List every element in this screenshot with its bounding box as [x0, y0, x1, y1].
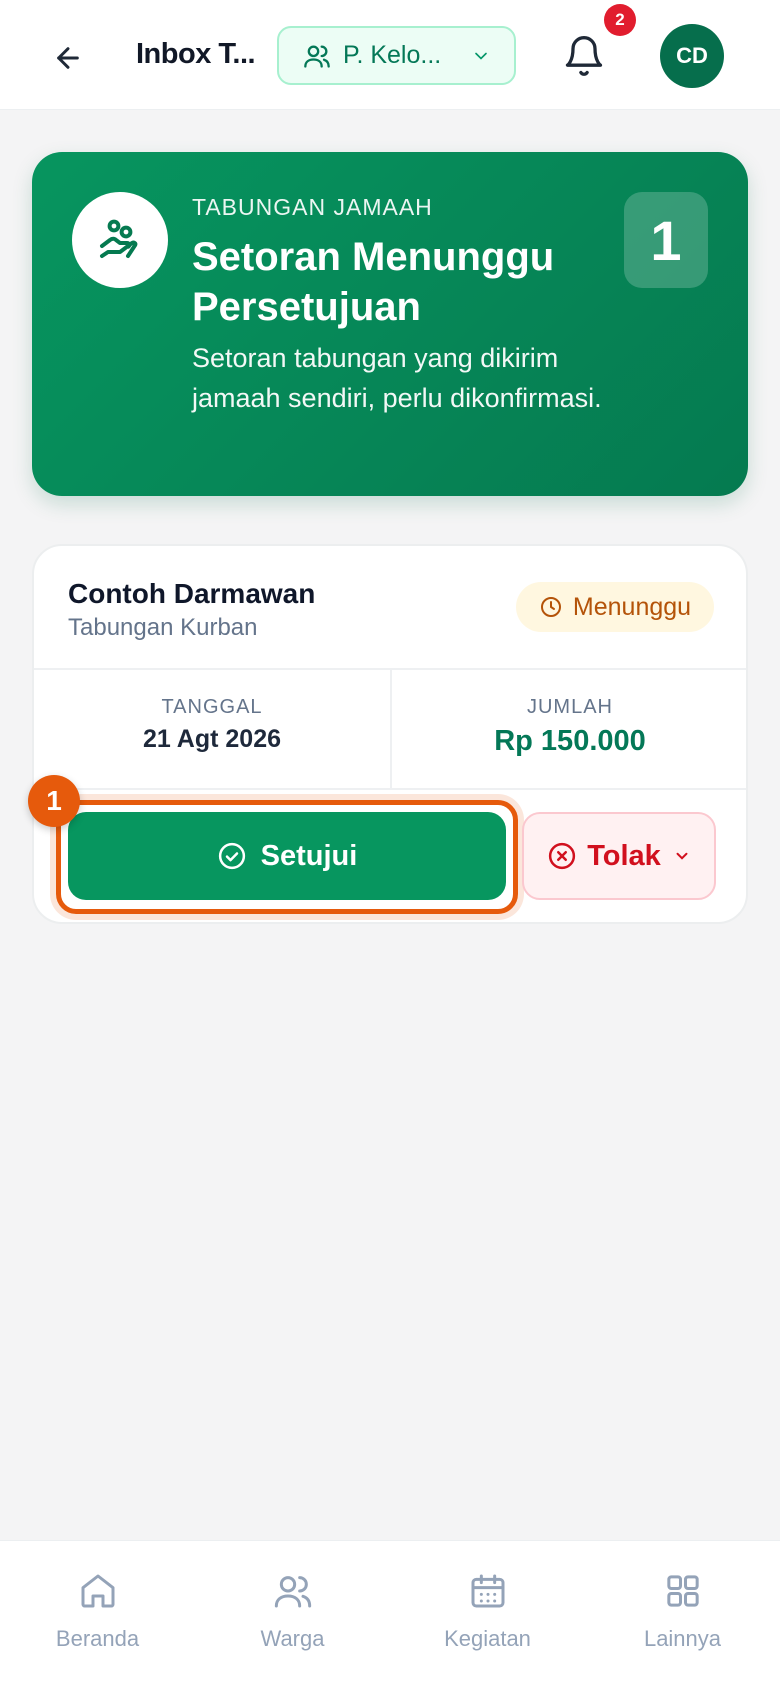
- savings-type: Tabungan Kurban: [68, 614, 258, 641]
- step-marker: 1: [28, 775, 80, 827]
- date-label: TANGGAL: [161, 696, 263, 718]
- hero-description: Setoran tabungan yang dikirim jamaah sen…: [192, 343, 602, 413]
- pending-deposits-banner: TABUNGAN JAMAAH Setoran Menunggu Persetu…: [32, 152, 748, 496]
- hand-coins-icon: [100, 219, 138, 258]
- amount-column: JUMLAH Rp 150.000: [392, 696, 746, 758]
- group-selector[interactable]: P. Kelo...: [277, 26, 516, 85]
- bell-icon: [565, 36, 603, 76]
- users-icon: [304, 45, 330, 68]
- bottom-nav: Beranda Warga Kegiatan Lainnya: [0, 1540, 780, 1688]
- hero-title: Setoran Menunggu Persetujuan: [192, 235, 555, 329]
- pending-count: 1: [624, 192, 708, 288]
- amount-value: Rp 150.000: [494, 725, 646, 757]
- status-badge: Menunggu: [516, 582, 714, 632]
- depositor-name: Contoh Darmawan: [68, 578, 316, 609]
- clock-icon: [540, 597, 561, 617]
- nav-item-lainnya[interactable]: Lainnya: [585, 1571, 780, 1652]
- divider: [34, 788, 746, 790]
- group-selector-label: P. Kelo...: [343, 41, 442, 69]
- reject-button[interactable]: Tolak: [522, 812, 716, 900]
- nav-label: Lainnya: [643, 1626, 722, 1651]
- date-value: 21 Agt 2026: [142, 725, 282, 753]
- nav-item-warga[interactable]: Warga: [195, 1571, 390, 1652]
- chevron-down-icon: [475, 52, 487, 60]
- hero-eyebrow: TABUNGAN JAMAAH: [192, 194, 433, 220]
- avatar[interactable]: CD: [660, 24, 724, 88]
- approve-label: Setujui: [260, 839, 358, 872]
- hero-icon-circle: [72, 192, 168, 288]
- notification-badge: 2: [604, 4, 636, 36]
- chevron-down-icon: [676, 852, 688, 860]
- app-header: Inbox T... P. Kelo... 2 CD: [0, 0, 780, 110]
- page-title: Inbox T...: [136, 38, 254, 70]
- nav-label: Beranda: [55, 1626, 140, 1651]
- status-label: Menunggu: [572, 592, 692, 621]
- arrow-left-icon: [57, 47, 79, 69]
- deposit-card: Contoh Darmawan Tabungan Kurban Menunggu…: [32, 544, 748, 924]
- users-icon: [274, 1576, 311, 1608]
- grid-icon: [666, 1575, 699, 1607]
- nav-label: Kegiatan: [444, 1626, 531, 1651]
- nav-item-beranda[interactable]: Beranda: [0, 1571, 195, 1652]
- home-icon: [81, 1574, 114, 1608]
- nav-item-kegiatan[interactable]: Kegiatan: [390, 1571, 585, 1652]
- date-column: TANGGAL 21 Agt 2026: [34, 696, 390, 754]
- x-circle-icon: [549, 842, 576, 870]
- approve-button[interactable]: Setujui: [68, 812, 506, 900]
- check-circle-icon: [218, 842, 245, 870]
- reject-label: Tolak: [587, 839, 661, 872]
- notification-button[interactable]: [562, 34, 606, 78]
- nav-label: Warga: [260, 1626, 325, 1651]
- back-button[interactable]: [44, 34, 92, 82]
- calendar-icon: [471, 1574, 504, 1608]
- amount-label: JUMLAH: [526, 696, 613, 718]
